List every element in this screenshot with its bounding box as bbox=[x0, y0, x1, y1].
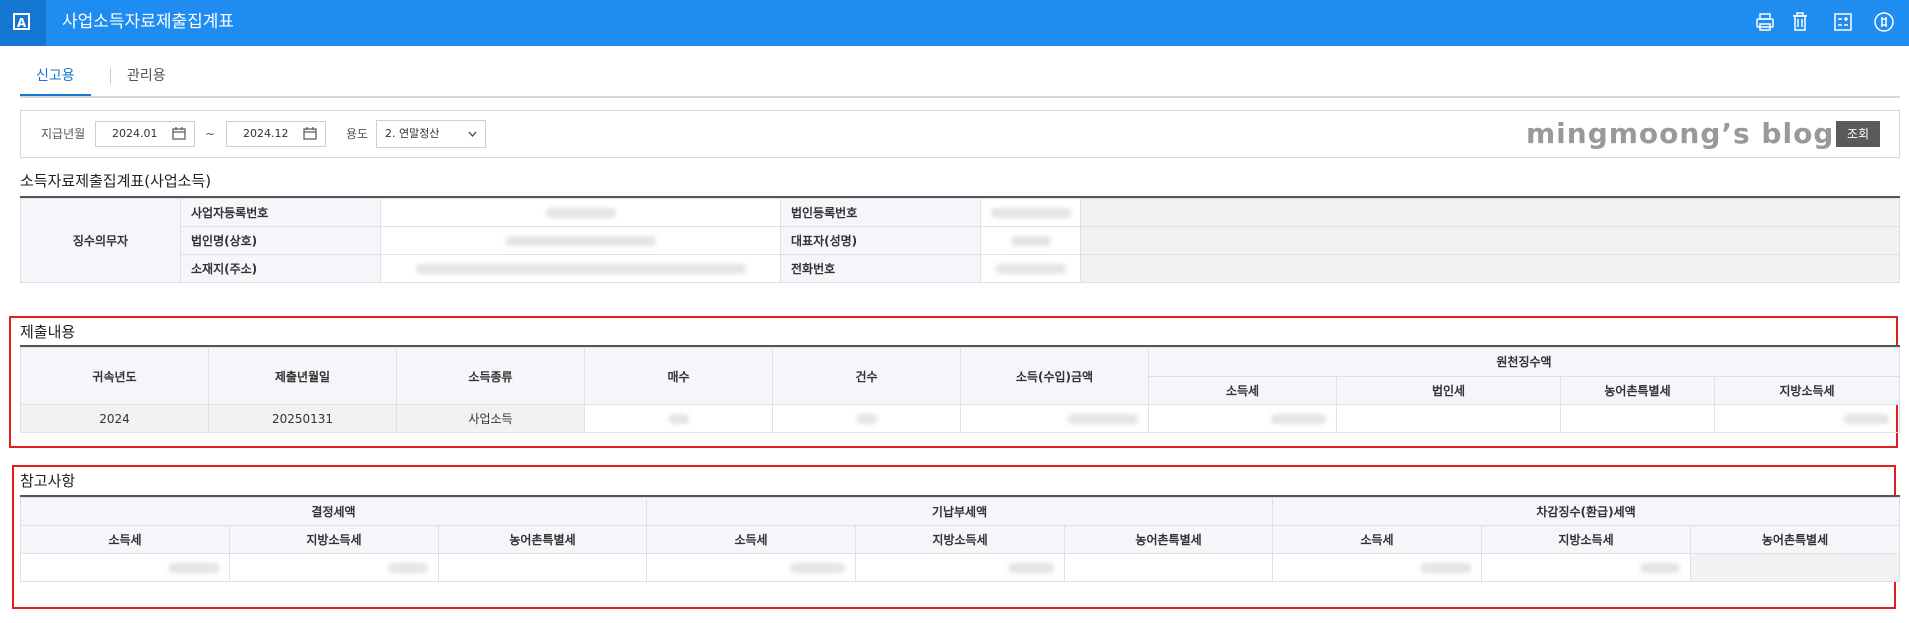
date-to-field[interactable]: 2024.12 bbox=[226, 121, 326, 147]
income-type-header: 소득종류 bbox=[396, 347, 585, 405]
paid-rural-tax-header: 농어촌특별세 bbox=[1064, 525, 1274, 554]
decided-tax-header: 결정세액 bbox=[19, 497, 648, 526]
year-cell: 2024 bbox=[20, 404, 209, 433]
reference-table: 결정세액 기납부세액 차감징수(환급)세액 소득세 지방소득세 농어촌특별세 소… bbox=[19, 497, 1900, 582]
rural-tax-header: 농어촌특별세 bbox=[1560, 375, 1715, 405]
address-value bbox=[380, 254, 781, 283]
sheets-cell bbox=[584, 404, 773, 433]
date-to-value: 2024.12 bbox=[243, 127, 289, 140]
trash-icon[interactable] bbox=[1789, 11, 1811, 33]
calendar-icon[interactable] bbox=[303, 127, 317, 140]
decided-local-tax-header: 지방소득세 bbox=[229, 525, 439, 554]
amount-cell bbox=[960, 404, 1149, 433]
corp-name-label: 법인명(상호) bbox=[180, 226, 381, 255]
purpose-select[interactable]: 2. 연말정산 bbox=[376, 120, 486, 148]
representative-label: 대표자(성명) bbox=[780, 226, 981, 255]
paid-tax-header: 기납부세액 bbox=[646, 497, 1274, 526]
summary-title: 소득자료제출집계표(사업소득) bbox=[20, 172, 212, 190]
biz-reg-no-value bbox=[380, 198, 781, 227]
submit-date-cell: 20250131 bbox=[208, 404, 397, 433]
date-from-field[interactable]: 2024.01 bbox=[95, 121, 195, 147]
watermark-text: mingmoong’s blog bbox=[1526, 117, 1835, 150]
decided-rural-tax-cell bbox=[437, 553, 648, 582]
corp-reg-no-label: 법인등록번호 bbox=[780, 198, 981, 227]
local-tax-header: 지방소득세 bbox=[1714, 375, 1900, 405]
income-tax-cell bbox=[1148, 404, 1337, 433]
purpose-value: 2. 연말정산 bbox=[385, 127, 440, 140]
diff-income-tax-cell bbox=[1272, 553, 1483, 582]
app-icon-letter: A bbox=[13, 13, 30, 30]
local-tax-cell bbox=[1714, 404, 1900, 433]
table-row: 2024 20250131 사업소득 bbox=[20, 404, 1900, 433]
query-button[interactable]: 조회 bbox=[1836, 121, 1880, 147]
table-row bbox=[20, 553, 1900, 582]
filter-panel: 지급년월 2024.01 ~ 2024.12 용도 2. 연말정산 mingmo… bbox=[20, 110, 1900, 158]
corp-tax-cell bbox=[1336, 404, 1561, 433]
diff-income-tax-header: 소득세 bbox=[1272, 525, 1483, 554]
calculator-icon[interactable] bbox=[1832, 11, 1854, 33]
empty-cell bbox=[1080, 254, 1900, 283]
biz-reg-no-label: 사업자등록번호 bbox=[180, 198, 381, 227]
rural-tax-cell bbox=[1560, 404, 1715, 433]
income-type-cell: 사업소득 bbox=[396, 404, 585, 433]
count-cell bbox=[772, 404, 961, 433]
year-header: 귀속년도 bbox=[20, 347, 209, 405]
tab-management[interactable]: 관리용 bbox=[111, 62, 182, 94]
app-icon[interactable]: A bbox=[0, 0, 46, 46]
submit-date-header: 제출년월일 bbox=[208, 347, 397, 405]
withholding-header: 원천징수액 bbox=[1148, 347, 1900, 377]
decided-rural-tax-header: 농어촌특별세 bbox=[437, 525, 648, 554]
diff-rural-tax-header: 농어촌특별세 bbox=[1690, 525, 1900, 554]
paid-local-tax-header: 지방소득세 bbox=[855, 525, 1066, 554]
period-label: 지급년월 bbox=[41, 127, 86, 141]
corp-tax-header: 법인세 bbox=[1336, 375, 1561, 405]
submission-table: 귀속년도 제출년월일 소득종류 매수 건수 소득(수입)금액 원천징수액 소득세… bbox=[20, 347, 1900, 433]
amount-header: 소득(수입)금액 bbox=[960, 347, 1149, 405]
count-header: 건수 bbox=[772, 347, 961, 405]
print-icon[interactable] bbox=[1754, 11, 1776, 33]
date-from-value: 2024.01 bbox=[112, 127, 158, 140]
diff-local-tax-header: 지방소득세 bbox=[1481, 525, 1692, 554]
corp-reg-no-value bbox=[980, 198, 1081, 227]
diff-tax-header: 차감징수(환급)세액 bbox=[1272, 497, 1900, 526]
representative-value bbox=[980, 226, 1081, 255]
address-label: 소재지(주소) bbox=[180, 254, 381, 283]
decided-income-tax-cell bbox=[20, 553, 230, 582]
calendar-icon[interactable] bbox=[172, 127, 186, 140]
income-tax-header: 소득세 bbox=[1148, 375, 1337, 405]
app-title: 사업소득자료제출집계표 bbox=[62, 12, 235, 32]
submission-title: 제출내용 bbox=[20, 323, 76, 341]
chevron-down-icon bbox=[468, 131, 477, 137]
sheets-header: 매수 bbox=[584, 347, 773, 405]
reference-title: 참고사항 bbox=[20, 472, 76, 490]
paid-local-tax-cell bbox=[855, 553, 1066, 582]
more-icon[interactable] bbox=[1873, 11, 1895, 33]
range-separator: ~ bbox=[205, 127, 216, 141]
withholder-label: 징수의무자 bbox=[20, 198, 181, 283]
tab-bar: 신고용 관리용 bbox=[20, 62, 1900, 98]
empty-cell bbox=[1080, 198, 1900, 227]
decided-income-tax-header: 소득세 bbox=[20, 525, 230, 554]
purpose-label: 용도 bbox=[346, 127, 369, 141]
paid-income-tax-cell bbox=[646, 553, 857, 582]
paid-income-tax-header: 소득세 bbox=[646, 525, 857, 554]
withholder-table: 징수의무자 사업자등록번호 법인등록번호 법인명(상호) 대표자(성명) 소재지… bbox=[20, 198, 1900, 283]
decided-local-tax-cell bbox=[229, 553, 439, 582]
title-bar: A 사업소득자료제출집계표 bbox=[0, 0, 1909, 46]
paid-rural-tax-cell bbox=[1064, 553, 1274, 582]
phone-label: 전화번호 bbox=[780, 254, 981, 283]
diff-rural-tax-cell bbox=[1690, 553, 1900, 582]
corp-name-value bbox=[380, 226, 781, 255]
empty-cell bbox=[1080, 226, 1900, 255]
diff-local-tax-cell bbox=[1481, 553, 1692, 582]
tab-report[interactable]: 신고용 bbox=[20, 62, 91, 96]
phone-value bbox=[980, 254, 1081, 283]
